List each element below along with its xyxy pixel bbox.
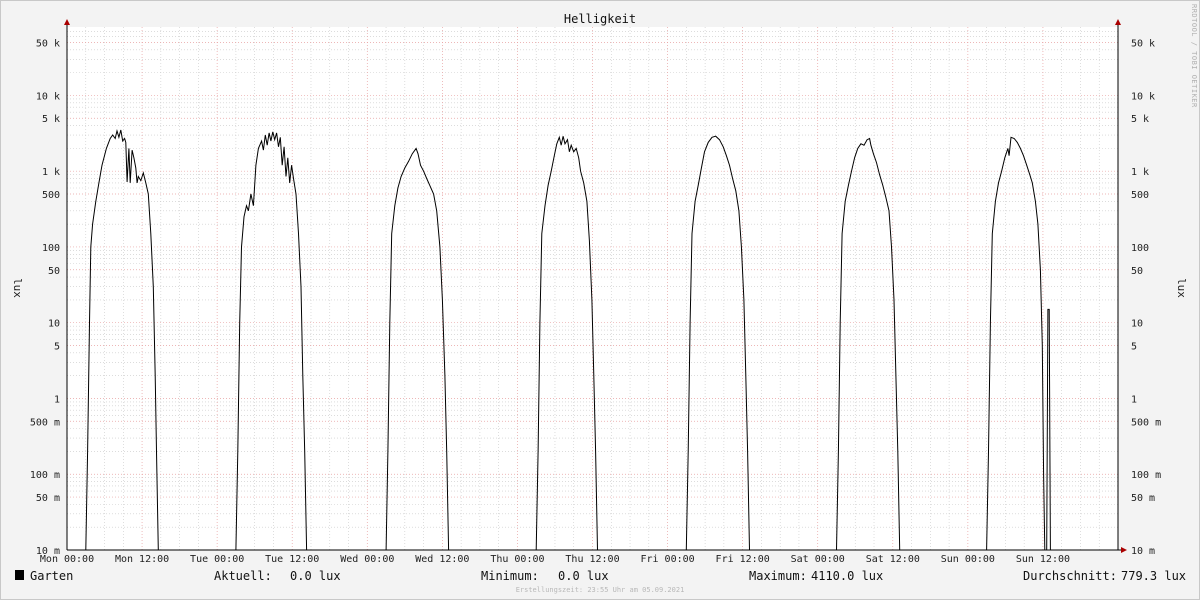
legend-swatch-garten (15, 570, 24, 580)
y-axis-title-right: lux (1175, 278, 1188, 298)
x-tick-label: Fri 12:00 (716, 554, 770, 565)
y-tick-label-right: 10 m (1131, 546, 1155, 557)
legend-series-name: Garten (30, 569, 73, 583)
y-tick-label-left: 1 (54, 394, 60, 405)
x-tick-label: Sat 00:00 (791, 554, 845, 565)
x-tick-label: Sun 12:00 (1016, 554, 1070, 565)
x-tick-label: Tue 12:00 (265, 554, 319, 565)
y-tick-label-right: 500 (1131, 190, 1149, 201)
stat-current-value: 0.0 lux (290, 569, 341, 583)
y-tick-label-right: 10 k (1131, 91, 1155, 102)
x-tick-label: Thu 12:00 (565, 554, 619, 565)
y-tick-label-left: 10 (48, 319, 60, 330)
y-tick-label-left: 5 (54, 342, 60, 353)
x-tick-label: Sat 12:00 (866, 554, 920, 565)
y-tick-label-right: 5 (1131, 342, 1137, 353)
x-tick-label: Mon 00:00 (40, 554, 94, 565)
y-tick-label-right: 1 k (1131, 167, 1149, 178)
x-tick-label: Thu 00:00 (490, 554, 544, 565)
y-tick-label-right: 10 (1131, 319, 1143, 330)
stat-minimum-label: Minimum: (481, 569, 539, 583)
rrd-graph: Helligkeit RRDTOOL / TOBI OETIKER 10 m50… (0, 0, 1200, 600)
x-tick-label: Mon 12:00 (115, 554, 169, 565)
y-tick-label-right: 1 (1131, 394, 1137, 405)
y-tick-label-left: 100 (42, 243, 60, 254)
stat-current-label: Aktuell: (214, 569, 272, 583)
y-tick-label-left: 50 (48, 266, 60, 277)
y-tick-label-right: 50 k (1131, 38, 1155, 49)
y-tick-label-left: 500 (42, 190, 60, 201)
x-tick-label: Wed 12:00 (415, 554, 469, 565)
x-tick-label: Fri 00:00 (640, 554, 694, 565)
stat-average-value: 779.3 lux (1121, 569, 1186, 583)
y-tick-label-right: 50 (1131, 266, 1143, 277)
x-tick-label: Tue 00:00 (190, 554, 244, 565)
x-tick-label: Sun 00:00 (941, 554, 995, 565)
chart-title: Helligkeit (564, 12, 636, 26)
y-tick-label-right: 5 k (1131, 114, 1149, 125)
y-tick-label-left: 50 k (36, 38, 60, 49)
y-tick-label-right: 50 m (1131, 493, 1155, 504)
y-tick-label-left: 10 k (36, 91, 60, 102)
generation-timestamp: Erstellungszeit: 23:55 Uhr am 05.09.2021 (516, 586, 685, 594)
y-tick-label-right: 500 m (1131, 417, 1161, 428)
stat-minimum-value: 0.0 lux (558, 569, 609, 583)
stat-maximum-value: 4110.0 lux (811, 569, 883, 583)
stat-average-label: Durchschnitt: (1023, 569, 1117, 583)
y-tick-label-left: 500 m (30, 417, 60, 428)
y-axis-title-left: lux (11, 278, 24, 298)
y-tick-label-right: 100 m (1131, 470, 1161, 481)
y-tick-label-left: 5 k (42, 114, 60, 125)
x-tick-label: Wed 00:00 (340, 554, 394, 565)
y-tick-label-left: 100 m (30, 470, 60, 481)
y-tick-label-right: 100 (1131, 243, 1149, 254)
y-tick-label-left: 50 m (36, 493, 60, 504)
y-tick-label-left: 1 k (42, 167, 60, 178)
watermark: RRDTOOL / TOBI OETIKER (1190, 4, 1198, 108)
stat-maximum-label: Maximum: (749, 569, 807, 583)
